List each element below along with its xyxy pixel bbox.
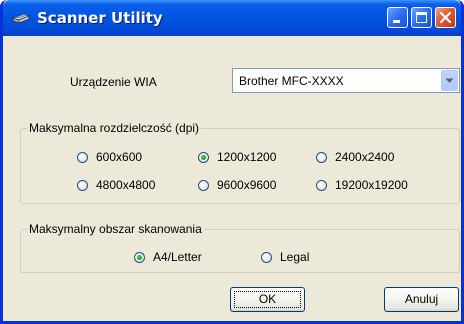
radio-area-a4[interactable]: A4/Letter [134,250,202,264]
maximize-icon [416,12,427,23]
close-button[interactable] [435,7,456,28]
dropdown-button[interactable] [441,70,458,91]
radio-res-600[interactable]: 600x600 [77,150,142,164]
radio-label: 9600x9600 [217,178,277,192]
radio-label: 600x600 [96,150,143,164]
radio-res-9600[interactable]: 9600x9600 [198,178,276,192]
radio-button-icon[interactable] [316,179,327,191]
maximize-button[interactable] [411,7,432,28]
radio-res-4800[interactable]: 4800x4800 [77,178,155,192]
minimize-icon [393,20,400,23]
scan-area-group-legend: Maksymalny obszar skanowania [27,222,204,236]
radio-res-19200[interactable]: 19200x19200 [316,178,408,192]
radio-label: Legal [280,250,310,264]
chevron-down-icon [445,78,454,83]
radio-label: A4/Letter [153,250,202,264]
cancel-button[interactable]: Anuluj [384,287,459,312]
radio-area-legal[interactable]: Legal [261,250,309,264]
radio-label: 2400x2400 [335,150,395,164]
radio-button-icon[interactable] [77,151,88,163]
radio-button-icon[interactable] [77,179,88,191]
cancel-button-label: Anuluj [404,292,439,306]
device-select[interactable]: Brother MFC-XXXX [232,68,460,93]
radio-res-1200[interactable]: 1200x1200 [198,150,276,164]
radio-label: 19200x19200 [335,178,408,192]
device-label: Urządzenie WIA [70,75,157,89]
radio-button-icon[interactable] [261,251,272,263]
scan-area-group: Maksymalny obszar skanowania [20,222,460,273]
scanner-utility-window: Scanner Utility Urządzenie WIA Brother M… [0,0,464,324]
title-bar[interactable]: Scanner Utility [3,0,461,36]
resolution-group-legend: Maksymalna rozdzielczość (dpi) [27,121,202,135]
device-select-value: Brother MFC-XXXX [239,74,344,88]
radio-button-icon[interactable] [198,151,209,163]
radio-res-2400[interactable]: 2400x2400 [316,150,394,164]
radio-button-icon[interactable] [316,151,327,163]
close-icon [439,11,452,24]
ok-button[interactable]: OK [230,287,305,312]
radio-label: 4800x4800 [96,178,156,192]
radio-button-icon[interactable] [198,179,209,191]
radio-label: 1200x1200 [217,150,277,164]
minimize-button[interactable] [387,7,408,28]
resolution-group: Maksymalna rozdzielczość (dpi) [20,121,460,204]
radio-button-icon[interactable] [134,251,145,263]
ok-button-label: OK [258,292,277,306]
window-title: Scanner Utility [37,9,163,27]
scanner-icon [11,9,31,27]
